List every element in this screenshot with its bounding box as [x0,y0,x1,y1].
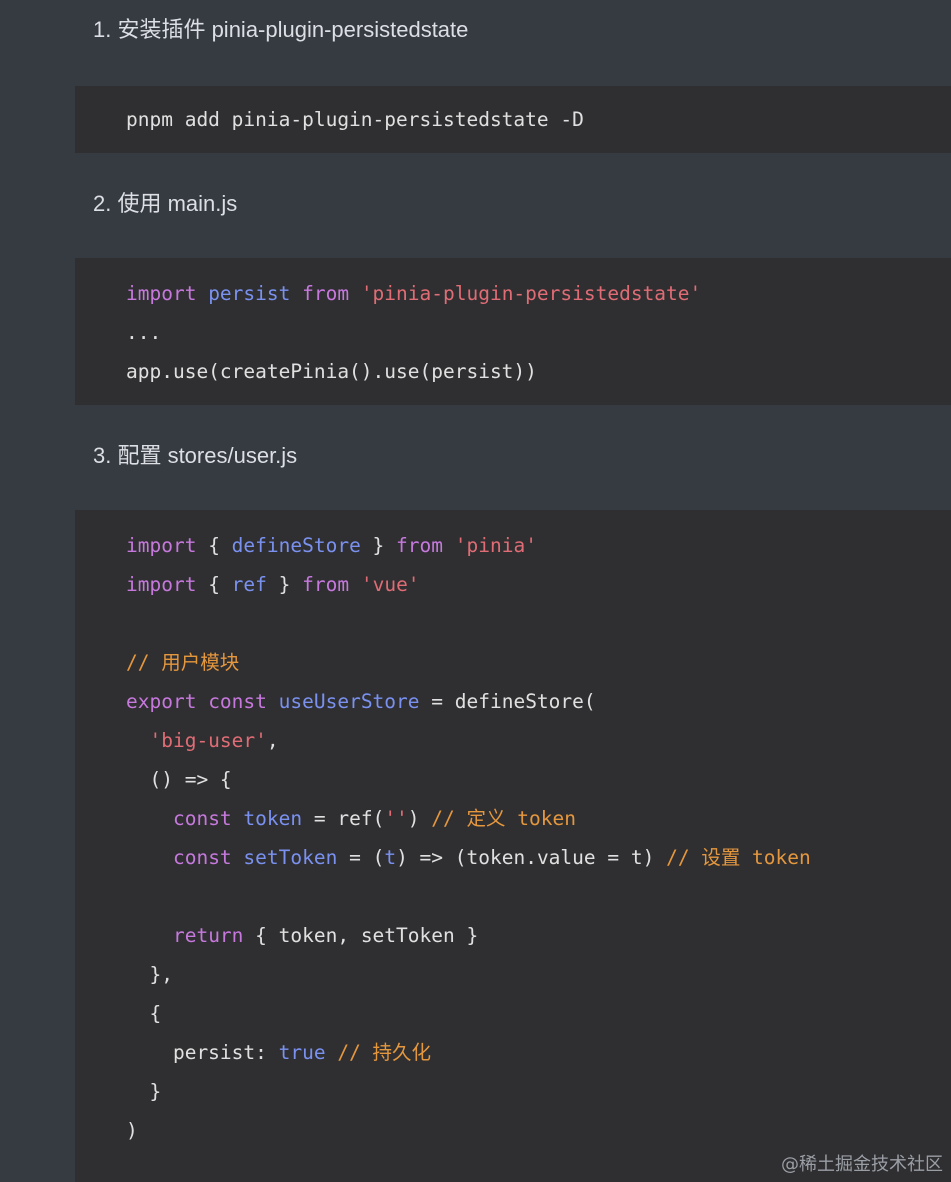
code-token: 'vue' [360,573,420,596]
code-token: import [126,534,209,557]
code-token: import [126,282,209,305]
code-token: true [278,1041,338,1064]
code-lines: import persist from 'pinia-plugin-persis… [126,274,951,391]
code-token: const [172,846,244,869]
code-lines: pnpm add pinia-plugin-persistedstate -D [126,100,951,139]
code-token: from [302,282,361,305]
code-token: } [126,1080,162,1103]
code-line: persist: true // 持久化 [126,1033,951,1072]
code-line: app.use(createPinia().use(persist)) [126,352,951,391]
code-token: defineStore [231,534,361,557]
code-token: persist [208,282,303,305]
code-line: pnpm add pinia-plugin-persistedstate -D [126,100,951,139]
step-2-heading: 2. 使用 main.js [93,191,238,216]
code-token: 'pinia-plugin-persistedstate' [360,282,702,305]
code-token: token [243,807,303,830]
code-line: () => { [126,760,951,799]
step-1-heading: 1. 安装插件 pinia-plugin-persistedstate [93,17,469,42]
code-line: const token = ref('') // 定义 token [126,799,951,838]
code-token: setToken [243,846,338,869]
code-token: { token, setToken } [255,924,479,947]
code-line: } [126,1072,951,1111]
code-token: // 用户模块 [126,651,240,674]
code-line: ... [126,313,951,352]
step-3-heading: 3. 配置 stores/user.js [93,443,298,468]
code-line: const setToken = (t) => (token.value = t… [126,838,951,877]
code-token: from [396,534,455,557]
code-line: return { token, setToken } [126,916,951,955]
code-token: , [266,729,279,752]
code-block-install[interactable]: pnpm add pinia-plugin-persistedstate -D [75,86,951,153]
code-token: // 持久化 [337,1041,432,1064]
code-token: } [360,534,397,557]
code-token: const [208,690,279,713]
code-line: import { defineStore } from 'pinia' [126,526,951,565]
code-block-main-js[interactable]: import persist from 'pinia-plugin-persis… [75,258,951,405]
code-token: const [172,807,244,830]
code-line: 'big-user', [126,721,951,760]
code-token: // 定义 token [431,807,576,830]
code-token: ... [126,321,162,344]
code-token: 'pinia' [454,534,537,557]
code-token: persist: [126,1041,279,1064]
code-token: { [208,573,232,596]
code-token: return [172,924,256,947]
code-token: ) [407,807,432,830]
code-token: = ( [337,846,385,869]
code-token: () => { [126,768,232,791]
code-token: ) => (token.value = t) [396,846,667,869]
code-token: // 设置 token [666,846,811,869]
code-token: export [126,690,209,713]
code-line: export const useUserStore = defineStore( [126,682,951,721]
code-token: ) [126,1119,138,1142]
code-line: import { ref } from 'vue' [126,565,951,604]
code-block-user-store[interactable]: import { defineStore } from 'pinia' impor… [75,510,951,1182]
code-token: ref [231,573,267,596]
code-line: // 用户模块 [126,643,951,682]
code-token: = ref( [302,807,385,830]
code-token: }, [126,963,173,986]
watermark: @稀土掘金技术社区 [781,1154,943,1175]
code-token: } [266,573,303,596]
code-token: pnpm add pinia-plugin-persistedstate -D [126,108,584,131]
code-token: app.use(createPinia().use(persist)) [126,360,537,383]
code-token: import [126,573,209,596]
code-token: '' [384,807,408,830]
code-token: { [208,534,232,557]
code-line: ) [126,1111,951,1150]
code-lines: import { defineStore } from 'pinia' impor… [126,526,951,1150]
code-line: }, [126,955,951,994]
code-line: { [126,994,951,1033]
code-token: t [384,846,397,869]
code-token: = defineStore( [419,690,596,713]
code-token: 'big-user' [149,729,267,752]
code-token: { [126,1002,162,1025]
code-token: from [302,573,361,596]
code-token: useUserStore [278,690,420,713]
code-line: import persist from 'pinia-plugin-persis… [126,274,951,313]
